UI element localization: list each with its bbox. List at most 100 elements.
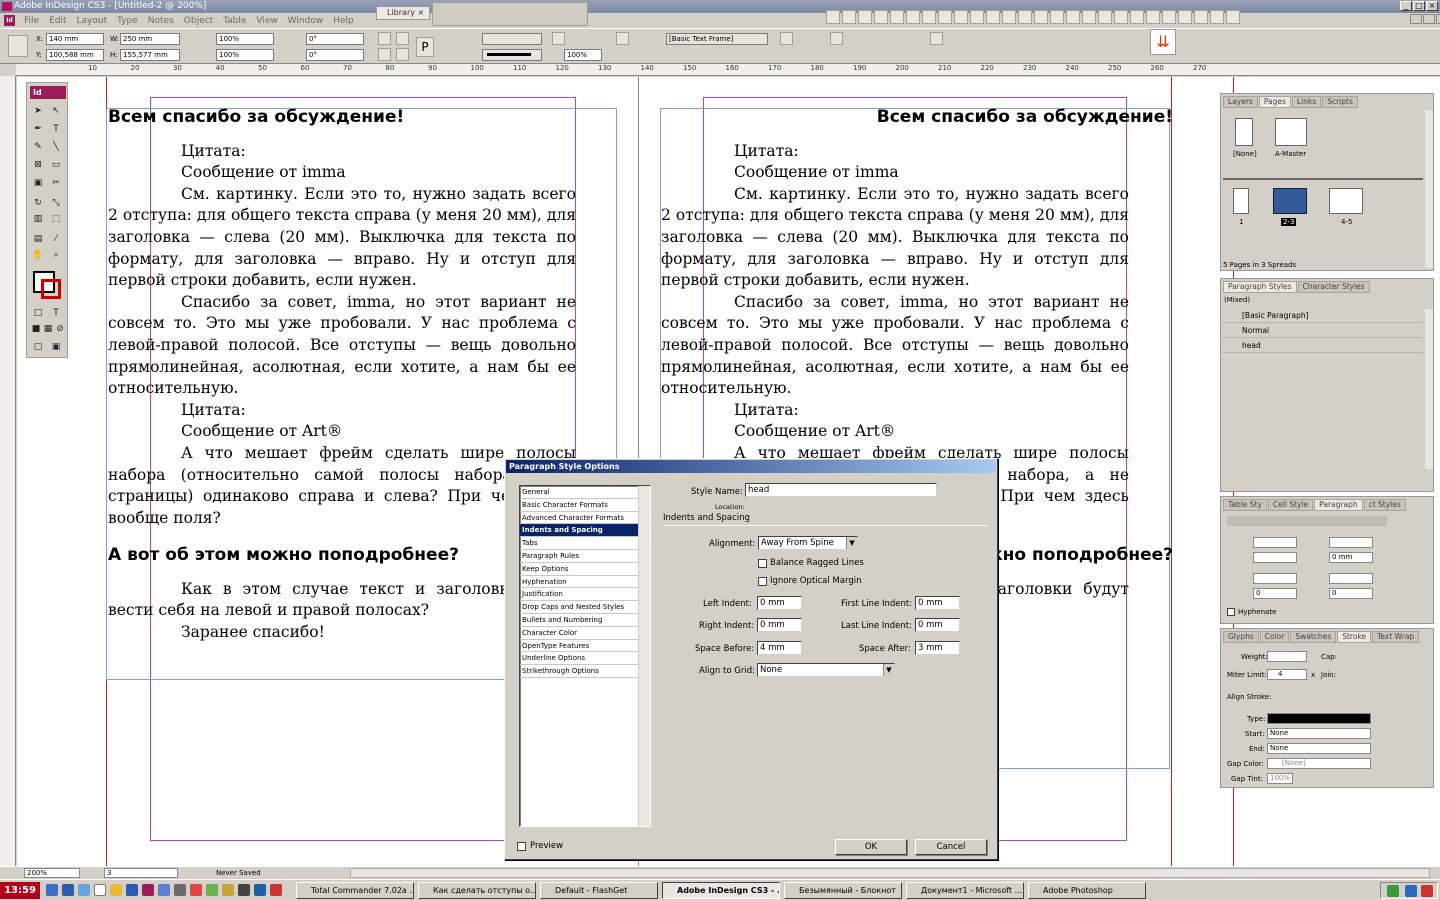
a-master-thumb[interactable] xyxy=(1275,118,1307,146)
gap-tint-field[interactable]: 100% xyxy=(1267,773,1293,784)
eyedropper-tool-icon[interactable]: ⁄ xyxy=(49,233,63,246)
menu-file[interactable]: File xyxy=(19,16,44,26)
space-before-field[interactable] xyxy=(1253,573,1297,584)
frame-icon[interactable] xyxy=(954,10,968,24)
first-line-indent-field[interactable]: 0 mm xyxy=(915,596,960,610)
para-styles-scrollbar[interactable] xyxy=(1425,309,1433,469)
outdent-icon[interactable] xyxy=(1050,10,1064,24)
menu-notes[interactable]: Notes xyxy=(143,16,179,26)
quicklaunch-save-icon[interactable] xyxy=(62,884,74,896)
category-item[interactable]: Bullets and Numbering xyxy=(520,614,650,627)
task-browser[interactable]: Как сделать отступы о... xyxy=(418,882,536,899)
quicklaunch-blue-icon[interactable] xyxy=(254,884,266,896)
zoom-out-icon[interactable] xyxy=(1178,10,1192,24)
quicklaunch-word-icon[interactable] xyxy=(126,884,138,896)
selection-tool-icon[interactable]: ➤ xyxy=(31,105,45,118)
category-item[interactable]: Character Color xyxy=(520,627,650,640)
category-item[interactable]: Underline Options xyxy=(520,652,650,666)
type-icon[interactable] xyxy=(938,10,952,24)
object-style-dropdown[interactable]: [Basic Text Frame] xyxy=(666,33,768,45)
open-icon[interactable] xyxy=(842,10,856,24)
pages-scrollbar[interactable] xyxy=(1425,110,1433,268)
rectangle-frame-tool-icon[interactable]: ⊠ xyxy=(31,159,45,172)
space-after-field[interactable] xyxy=(1329,573,1373,584)
zoom-field[interactable]: 200% xyxy=(24,868,80,878)
tab-text-wrap[interactable]: Text Wrap xyxy=(1372,631,1420,643)
miter-field[interactable]: 4 xyxy=(1267,669,1307,680)
opacity-field[interactable]: 100% xyxy=(564,49,602,61)
tab-cell-styles[interactable]: Cell Style xyxy=(1267,499,1314,511)
preview-checkbox[interactable] xyxy=(517,842,526,851)
rotate-field[interactable]: 0° xyxy=(306,33,364,45)
columns-icon[interactable] xyxy=(780,32,793,45)
flip-h-icon[interactable] xyxy=(378,48,391,61)
ok-button[interactable]: OK xyxy=(835,839,907,855)
task-indesign[interactable]: Adobe InDesign CS3 - ... xyxy=(662,882,780,899)
hyphenate-checkbox[interactable] xyxy=(1227,608,1235,616)
category-item[interactable]: Drop Caps and Nested Styles xyxy=(520,601,650,614)
tray-app-icon[interactable] xyxy=(1421,885,1433,897)
right-indent-field[interactable] xyxy=(1329,537,1373,548)
shear-field[interactable]: 0° xyxy=(306,49,364,61)
menu-layout[interactable]: Layout xyxy=(72,16,113,26)
save-icon[interactable] xyxy=(858,10,872,24)
category-item[interactable]: Paragraph Rules xyxy=(520,550,650,563)
drop-cap-lines-field[interactable]: 0 xyxy=(1253,588,1297,599)
line-tool-icon[interactable]: ╲ xyxy=(49,141,63,154)
cascade-icon[interactable] xyxy=(1114,10,1128,24)
quicklaunch-app-icon[interactable] xyxy=(158,884,170,896)
link-icon[interactable] xyxy=(1066,10,1080,24)
quicklaunch-globe-icon[interactable] xyxy=(78,884,90,896)
tab-layers[interactable]: Layers xyxy=(1223,96,1258,108)
first-line-indent-field[interactable] xyxy=(1253,552,1297,563)
category-list[interactable]: General Basic Character Formats Advanced… xyxy=(519,485,651,827)
align-left-icon[interactable] xyxy=(986,10,1000,24)
rectangle-tool-icon[interactable]: ▭ xyxy=(49,159,63,172)
alignment-dropdown[interactable]: Away From Spine ▼ xyxy=(758,536,858,550)
preview-mode-icon[interactable]: ▣ xyxy=(49,341,63,354)
x-field[interactable]: 140 mm xyxy=(46,33,104,45)
ignore-optical-checkbox[interactable] xyxy=(758,577,767,586)
quicklaunch-tool-icon[interactable] xyxy=(174,884,186,896)
p-icon[interactable]: P xyxy=(416,37,434,57)
category-item[interactable]: Strikethrough Options xyxy=(520,665,650,678)
type-dropdown[interactable] xyxy=(1267,713,1371,724)
doc-minimize-button[interactable] xyxy=(1410,14,1422,24)
quicklaunch-folder-icon[interactable] xyxy=(110,884,122,896)
category-item[interactable]: Justification xyxy=(520,588,650,602)
help-icon[interactable] xyxy=(1226,10,1240,24)
hand-tool-icon[interactable]: ✋ xyxy=(31,249,45,262)
category-item[interactable]: Keep Options xyxy=(520,563,650,576)
task-photoshop[interactable]: Adobe Photoshop xyxy=(1028,882,1146,899)
stroke-dropdown[interactable] xyxy=(482,49,542,61)
page-icon[interactable] xyxy=(1210,10,1224,24)
category-item[interactable]: Advanced Character Formats xyxy=(520,512,650,525)
master-none-thumb[interactable] xyxy=(1235,118,1253,146)
quicklaunch-green-icon[interactable] xyxy=(206,884,218,896)
category-item[interactable]: Tabs xyxy=(520,537,650,550)
tab-pages[interactable]: Pages xyxy=(1258,96,1291,108)
gradient-tool-icon[interactable]: ▥ xyxy=(31,213,45,226)
indent-icon[interactable] xyxy=(1034,10,1048,24)
category-item[interactable]: Hyphenation xyxy=(520,576,650,589)
gap-color-dropdown[interactable]: [None] xyxy=(1267,758,1371,769)
task-flashget[interactable]: Default - FlashGet xyxy=(540,882,658,899)
fitting-icon[interactable] xyxy=(552,32,565,45)
para-style-item-basic[interactable]: [Basic Paragraph] xyxy=(1222,309,1422,323)
tab-scripts[interactable]: Scripts xyxy=(1322,96,1358,108)
horizontal-scrollbar[interactable] xyxy=(350,868,1430,878)
direct-selection-tool-icon[interactable]: ↖ xyxy=(49,105,63,118)
left-indent-field[interactable] xyxy=(1253,537,1297,548)
tab-paragraph[interactable]: Paragraph xyxy=(1314,499,1363,511)
pen-tool-icon[interactable]: ✒ xyxy=(31,123,45,136)
free-transform-tool-icon[interactable]: ⬚ xyxy=(49,213,63,226)
category-item[interactable]: Basic Character Formats xyxy=(520,499,650,512)
style-name-field[interactable]: head xyxy=(745,483,937,497)
minimize-button[interactable]: _ xyxy=(1400,1,1412,11)
end-dropdown[interactable]: None xyxy=(1267,743,1371,754)
text-icon[interactable] xyxy=(922,10,936,24)
tab-glyphs[interactable]: Glyphs xyxy=(1223,631,1259,643)
menu-object[interactable]: Object xyxy=(179,16,218,26)
doc-close-button[interactable] xyxy=(1436,14,1440,24)
zoom-in-icon[interactable] xyxy=(1162,10,1176,24)
